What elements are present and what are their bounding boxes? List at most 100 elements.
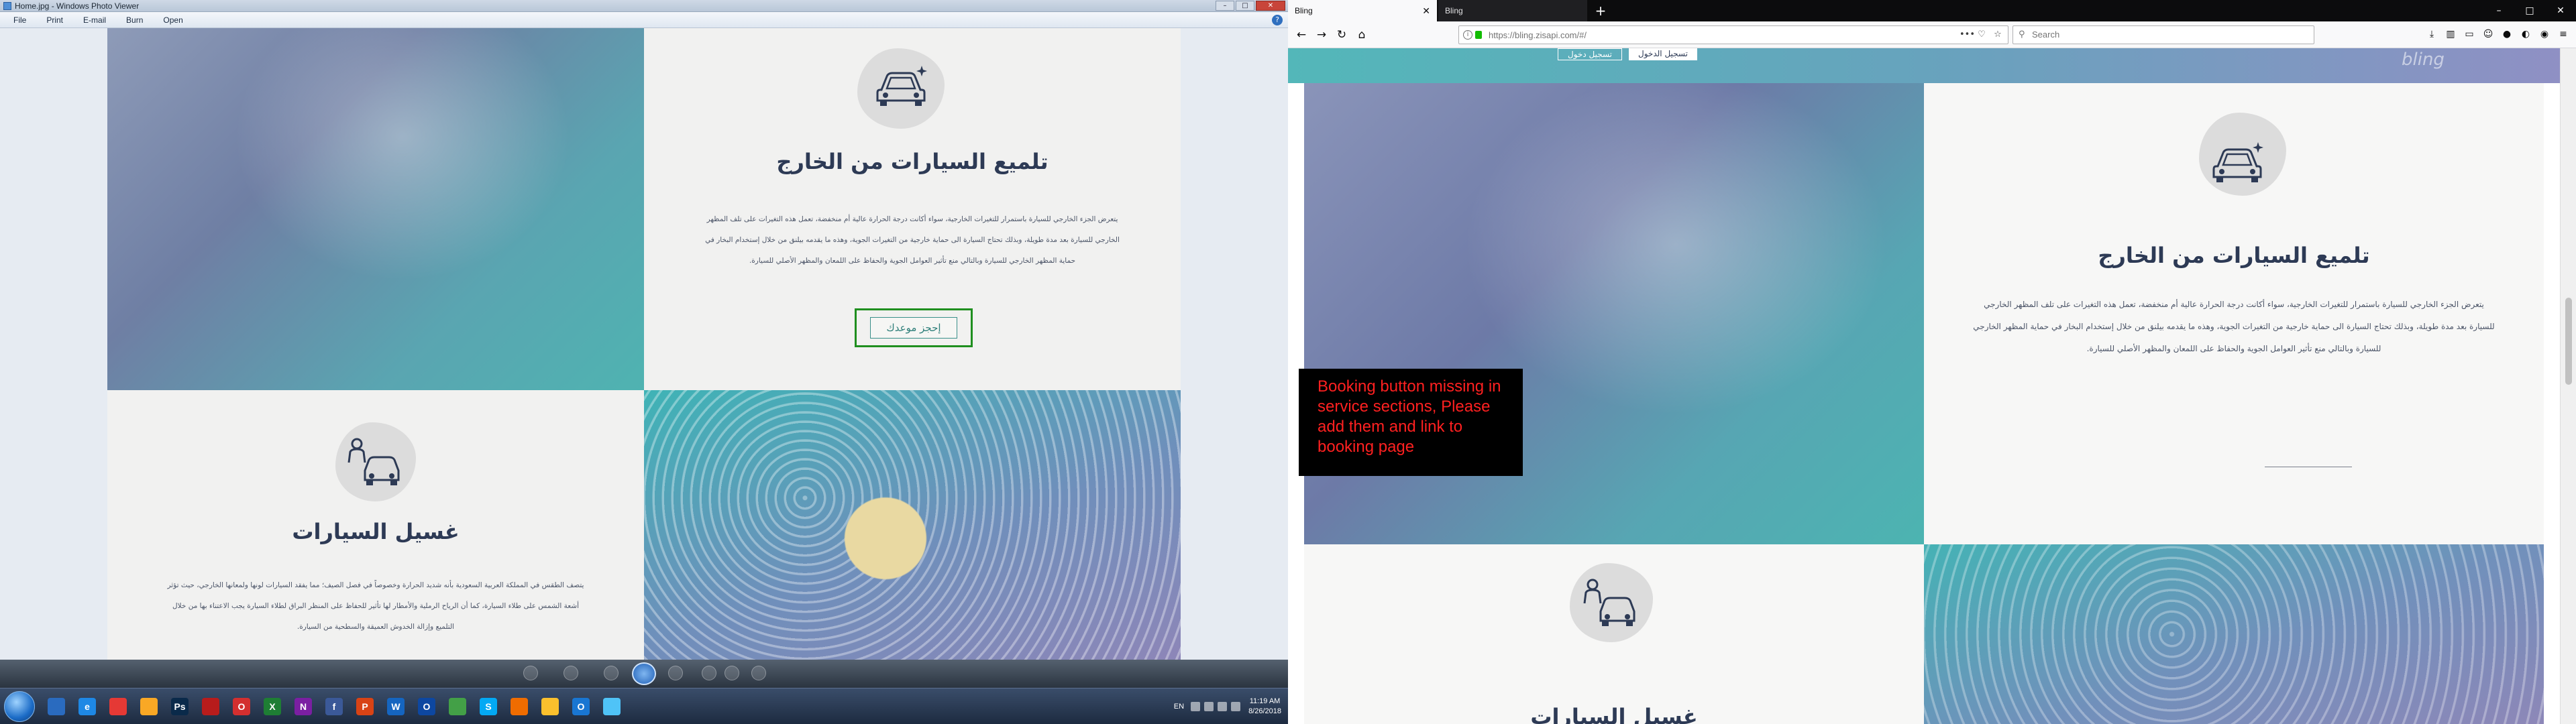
- scrollbar-thumb[interactable]: [2565, 298, 2572, 385]
- review-note-text: Booking button missing in service sectio…: [1318, 377, 1501, 456]
- tool-icon-glyph: [449, 698, 466, 715]
- maximize-button[interactable]: □: [2514, 0, 2545, 21]
- acrobat-icon[interactable]: [196, 692, 225, 721]
- register-button[interactable]: تسجيل دخول: [1558, 48, 1622, 60]
- clock-date: 8/26/2018: [1248, 707, 1281, 715]
- tray-flag-icon[interactable]: [1204, 702, 1214, 711]
- lock-icon[interactable]: [1475, 31, 1482, 39]
- photo-viewer-controls: [0, 660, 1288, 688]
- left-monitor: Home.jpg - Windows Photo Viewer – □ ✕ Fi…: [0, 0, 1288, 724]
- sidebar-icon[interactable]: ▭: [2462, 27, 2477, 42]
- info-icon[interactable]: i: [1463, 30, 1472, 40]
- photoshop-icon[interactable]: Ps: [165, 692, 195, 721]
- photoviewer-icon-glyph: [603, 698, 621, 715]
- maximize-button[interactable]: □: [1236, 1, 1254, 11]
- bookmark-star-icon[interactable]: ☆: [1992, 29, 2004, 40]
- previous-icon[interactable]: [604, 666, 619, 680]
- photoviewer-icon[interactable]: [597, 692, 627, 721]
- home-button[interactable]: ⌂: [1354, 27, 1370, 43]
- tool-icon[interactable]: [443, 692, 472, 721]
- minimize-button[interactable]: –: [2483, 0, 2514, 21]
- media-icon[interactable]: [134, 692, 164, 721]
- onenote-icon[interactable]: N: [288, 692, 318, 721]
- new-tab-button[interactable]: +: [1594, 4, 1607, 17]
- opera-icon[interactable]: O: [227, 692, 256, 721]
- menu-file[interactable]: File: [13, 15, 26, 25]
- acrobat-icon-glyph: [202, 698, 219, 715]
- clock-time: 11:19 AM: [1249, 697, 1281, 705]
- tray-arrow-icon[interactable]: [1191, 702, 1201, 711]
- firefox-icon-glyph: [511, 698, 528, 715]
- menu-icon[interactable]: ≡: [2556, 27, 2571, 42]
- excel-icon[interactable]: X: [258, 692, 287, 721]
- help-icon[interactable]: ?: [1272, 15, 1283, 25]
- folder-icon[interactable]: [535, 692, 565, 721]
- washing-paragraph: يتصف الطقس في المملكة العربية السعودية ب…: [167, 581, 584, 631]
- right-monitor: Bling ✕ Bling + – □ ✕ ← → ↻ ⌂ i https://…: [1288, 0, 2576, 724]
- powerpoint-icon-glyph: P: [356, 698, 374, 715]
- language-indicator[interactable]: EN: [1174, 703, 1184, 711]
- facebook-icon[interactable]: f: [319, 692, 349, 721]
- chrome-icon[interactable]: [103, 692, 133, 721]
- word-icon-glyph: W: [387, 698, 405, 715]
- firefox-icon[interactable]: [504, 692, 534, 721]
- minimize-button[interactable]: –: [1216, 1, 1234, 11]
- powerpoint-icon[interactable]: P: [350, 692, 380, 721]
- tab-bling[interactable]: Bling: [1438, 0, 1587, 21]
- opera-icon-glyph: O: [233, 698, 250, 715]
- car-polishing-photo: [107, 28, 644, 390]
- menu-print[interactable]: Print: [46, 15, 63, 25]
- page-scrollbar[interactable]: [2560, 48, 2576, 724]
- book-appointment-button[interactable]: إحجز موعدك: [870, 317, 957, 339]
- folder-icon-glyph: [541, 698, 559, 715]
- search-input[interactable]: [2032, 29, 2300, 40]
- menu-burn[interactable]: Burn: [126, 15, 143, 25]
- search-box[interactable]: ⚲: [2012, 25, 2314, 44]
- outlook-icon[interactable]: O: [412, 692, 441, 721]
- ie-icon[interactable]: e: [72, 692, 102, 721]
- slideshow-button[interactable]: [632, 662, 656, 685]
- photo-viewer-titlebar: Home.jpg - Windows Photo Viewer – □ ✕: [0, 0, 1288, 12]
- forward-button[interactable]: →: [1313, 27, 1330, 43]
- close-button[interactable]: ✕: [1256, 1, 1285, 11]
- tray-volume-icon[interactable]: [1231, 702, 1241, 711]
- clock[interactable]: 11:19 AM 8/26/2018: [1248, 697, 1281, 717]
- tab-close-icon[interactable]: ✕: [1422, 0, 1430, 21]
- outlook2-icon[interactable]: O: [566, 692, 596, 721]
- site-logo[interactable]: bling: [2402, 50, 2445, 70]
- close-button[interactable]: ✕: [2545, 0, 2576, 21]
- url-bar[interactable]: i https://bling.zisapi.com/#/ ••• ♡ ☆: [1458, 25, 2008, 44]
- rotate-left-icon[interactable]: [702, 666, 716, 680]
- url-text[interactable]: https://bling.zisapi.com/#/: [1489, 30, 1587, 40]
- delete-icon[interactable]: [751, 666, 766, 680]
- zoom-icon[interactable]: [523, 666, 538, 680]
- media-icon-glyph: [140, 698, 158, 715]
- tab-bling-active[interactable]: Bling ✕: [1288, 0, 1437, 21]
- page-actions-icon[interactable]: •••: [1960, 29, 1975, 40]
- detailing-title: تلميع السيارات من الخارج: [2098, 243, 2370, 268]
- extension-icon[interactable]: ●: [2500, 27, 2514, 42]
- extension2-icon[interactable]: ◐: [2518, 27, 2533, 42]
- car-wash-icon: [342, 436, 402, 489]
- menu-email[interactable]: E-mail: [83, 15, 106, 25]
- back-button[interactable]: ←: [1293, 27, 1309, 43]
- library-icon[interactable]: ▥: [2443, 27, 2458, 42]
- explorer-icon[interactable]: [42, 692, 71, 721]
- extension3-icon[interactable]: ◉: [2537, 27, 2552, 42]
- start-button[interactable]: [4, 691, 35, 722]
- word-icon[interactable]: W: [381, 692, 411, 721]
- washing-section: غسيل السيارات يتصف الطقس في المملكة العر…: [107, 390, 644, 660]
- car-washing-photo: [644, 390, 1181, 660]
- next-icon[interactable]: [668, 666, 683, 680]
- skype-icon[interactable]: S: [474, 692, 503, 721]
- menu-open[interactable]: Open: [163, 15, 182, 25]
- downloads-icon[interactable]: ⤓: [2424, 27, 2439, 42]
- tray-network-icon[interactable]: [1218, 702, 1228, 711]
- account-icon[interactable]: ☺: [2481, 27, 2496, 42]
- actual-size-icon[interactable]: [564, 666, 578, 680]
- rotate-right-icon[interactable]: [724, 666, 739, 680]
- reload-button[interactable]: ↻: [1334, 27, 1350, 43]
- pocket-icon[interactable]: ♡: [1976, 29, 1988, 40]
- login-button[interactable]: تسجيل الدخول: [1629, 48, 1697, 60]
- washing-section: غسيل السيارات: [1304, 544, 1924, 724]
